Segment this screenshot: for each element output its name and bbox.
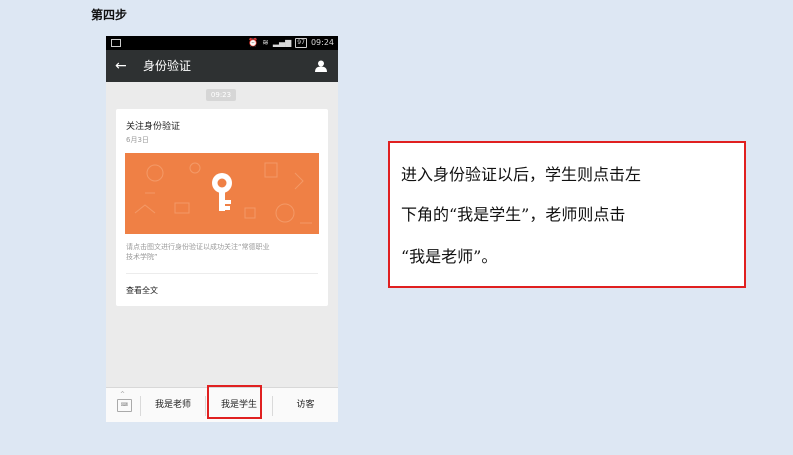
menu-item-teacher[interactable]: 我是老师 bbox=[141, 388, 205, 422]
student-button-highlight bbox=[207, 385, 262, 419]
card-description: 请点击图文进行身份验证以成功关注“常德职业 技术学院” bbox=[126, 242, 322, 262]
menu-item-visitor[interactable]: 访客 bbox=[273, 388, 338, 422]
step-label: 第四步 bbox=[91, 8, 128, 22]
callout-line-1: 进入身份验证以后，学生则点击左 bbox=[401, 165, 642, 184]
status-time: 09:24 bbox=[310, 38, 334, 47]
read-all-link[interactable]: 查看全文 bbox=[126, 285, 158, 296]
status-bar: ⏰ ≋ ▂▄▆ 97 09:24 bbox=[106, 36, 338, 50]
chevron-up-icon: ^ bbox=[120, 391, 126, 398]
page-title: 身份验证 bbox=[143, 59, 192, 73]
image-notification-icon bbox=[111, 39, 121, 47]
desc-line-2: 技术学院” bbox=[126, 253, 158, 261]
callout-line-3: “我是老师”。 bbox=[401, 247, 498, 266]
card-divider bbox=[126, 273, 318, 274]
wifi-icon: ≋ bbox=[262, 38, 269, 47]
desc-line-1: 请点击图文进行身份验证以成功关注“常德职业 bbox=[126, 243, 270, 251]
title-bar: ← 身份验证 bbox=[106, 50, 338, 82]
callout-line-2: 下角的“我是学生”，老师则点击 bbox=[401, 205, 626, 224]
instruction-callout: 进入身份验证以后，学生则点击左 下角的“我是学生”，老师则点击 “我是老师”。 bbox=[388, 141, 746, 288]
card-date: 6月3日 bbox=[126, 136, 149, 144]
signal-icon: ▂▄▆ bbox=[272, 38, 292, 47]
card-title: 关注身份验证 bbox=[126, 122, 181, 132]
chat-timestamp: 09:23 bbox=[206, 89, 236, 101]
alarm-icon: ⏰ bbox=[248, 38, 259, 47]
keyboard-toggle-button[interactable]: ^ ⌨ bbox=[106, 388, 140, 422]
card-banner-image[interactable] bbox=[125, 153, 319, 234]
phone-screenshot: ⏰ ≋ ▂▄▆ 97 09:24 ← 身份验证 09:23 关注身份验证 6月3… bbox=[106, 36, 338, 422]
battery-icon: 97 bbox=[295, 38, 307, 48]
key-icon bbox=[134, 162, 312, 224]
keyboard-icon: ⌨ bbox=[117, 399, 132, 412]
article-card[interactable]: 关注身份验证 6月3日 请点击图文进行身份验证以成功关注“常德职业 技术学院” … bbox=[116, 109, 328, 306]
profile-icon[interactable] bbox=[315, 60, 327, 72]
back-arrow-icon[interactable]: ← bbox=[115, 50, 127, 82]
